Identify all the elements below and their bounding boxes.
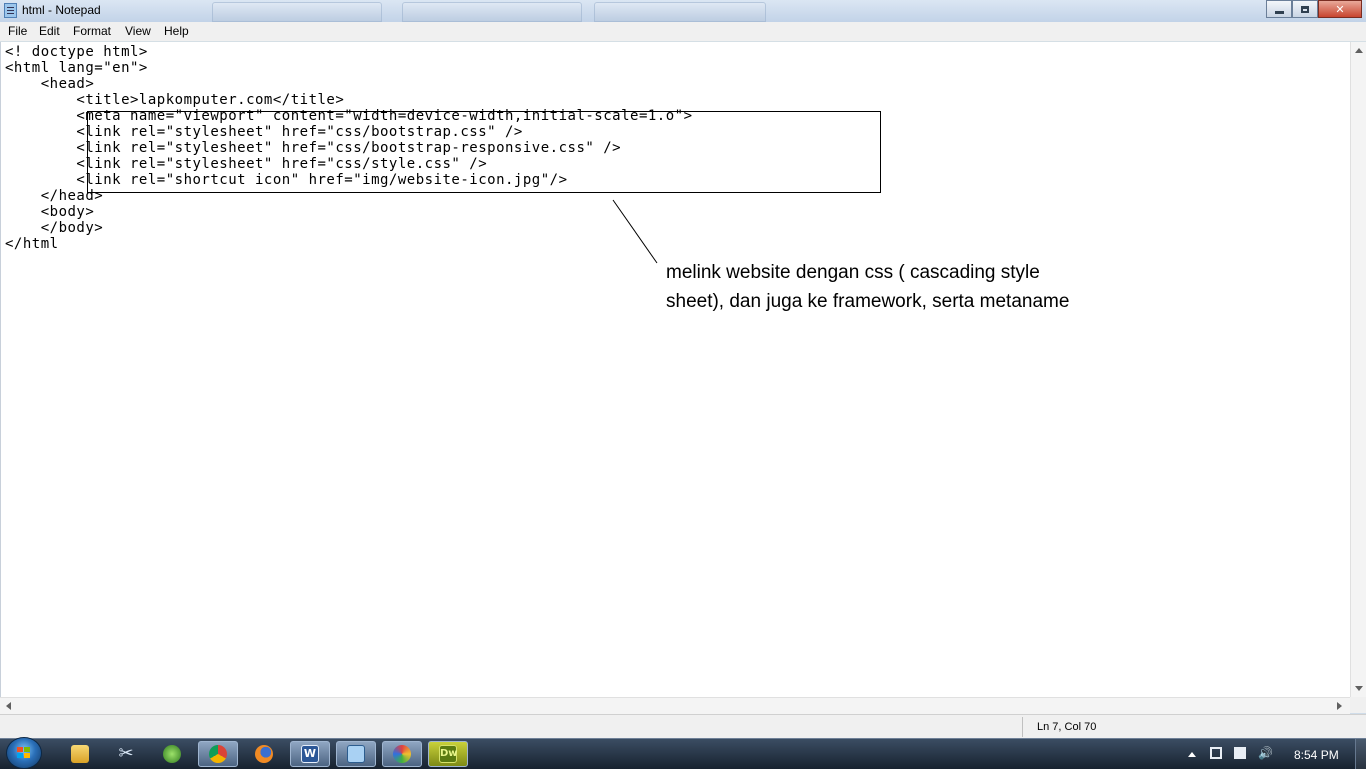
code-line: <title>lapkomputer.com</title>	[5, 92, 345, 108]
scroll-down-icon[interactable]	[1355, 686, 1363, 691]
code-line: <body>	[5, 204, 95, 220]
taskbar-snipping-tool[interactable]: ✂	[106, 741, 146, 767]
close-button[interactable]: ✕	[1318, 0, 1362, 18]
minimize-icon	[1274, 10, 1284, 14]
window-title: html - Notepad	[22, 3, 101, 17]
start-button[interactable]	[6, 737, 42, 769]
taskbar-explorer[interactable]	[60, 741, 100, 767]
background-window-tabs	[212, 2, 772, 22]
annotation-box	[87, 111, 881, 193]
snipping-tool-icon: ✂	[118, 743, 134, 764]
network-globe-icon	[163, 745, 181, 763]
notepad-icon	[4, 3, 17, 18]
taskbar-word[interactable]: W	[290, 741, 330, 767]
windows-explorer-icon	[71, 745, 89, 763]
code-line: <! doctype html>	[5, 44, 148, 60]
vertical-scrollbar[interactable]	[1350, 42, 1366, 697]
maximize-icon	[1301, 5, 1309, 13]
chrome-icon	[209, 745, 227, 763]
action-center-icon[interactable]	[1234, 747, 1246, 759]
show-hidden-icons-arrow[interactable]	[1188, 752, 1196, 757]
scroll-up-icon[interactable]	[1355, 48, 1363, 53]
maximize-button[interactable]	[1292, 0, 1318, 18]
paint-icon	[393, 745, 411, 763]
firefox-icon	[255, 745, 273, 763]
menu-bar: File Edit Format View Help	[0, 22, 1366, 42]
dreamweaver-icon: Dw	[439, 745, 458, 763]
code-line: </html	[5, 236, 59, 252]
word-icon: W	[301, 745, 319, 763]
taskbar-network-app[interactable]	[152, 741, 192, 767]
network-icon[interactable]	[1210, 747, 1222, 759]
code-line: <head>	[5, 76, 95, 92]
code-line: <html lang="en">	[5, 60, 148, 76]
horizontal-scrollbar[interactable]	[0, 697, 1350, 714]
menu-format[interactable]: Format	[71, 24, 113, 38]
scrollbar-corner	[1350, 697, 1366, 713]
annotation-text: melink website dengan css ( cascading st…	[666, 262, 1070, 312]
menu-edit[interactable]: Edit	[37, 24, 62, 38]
menu-help[interactable]: Help	[162, 24, 191, 38]
taskbar-chrome[interactable]	[198, 741, 238, 767]
menu-file[interactable]: File	[6, 24, 29, 38]
volume-icon[interactable]: 🔊	[1258, 747, 1273, 759]
clock[interactable]: 8:54 PM	[1294, 748, 1339, 762]
show-desktop-button[interactable]	[1355, 739, 1366, 769]
taskbar: ✂ W Dw 🔊 8:54 PM	[0, 737, 1366, 769]
taskbar-firefox[interactable]	[244, 741, 284, 767]
menu-view[interactable]: View	[123, 24, 153, 38]
status-divider	[1022, 717, 1023, 737]
scroll-right-icon[interactable]	[1337, 702, 1342, 710]
taskbar-notepad[interactable]	[336, 741, 376, 767]
windows-start-icon	[17, 747, 31, 759]
taskbar-dreamweaver[interactable]: Dw	[428, 741, 468, 767]
cursor-position: Ln 7, Col 70	[1037, 721, 1097, 733]
minimize-button[interactable]	[1266, 0, 1292, 18]
notepad-icon	[347, 745, 365, 763]
status-bar: Ln 7, Col 70	[0, 714, 1366, 739]
title-bar[interactable]: html - Notepad ✕	[0, 0, 1366, 22]
close-icon: ✕	[1335, 2, 1345, 16]
taskbar-paint[interactable]	[382, 741, 422, 767]
code-line: </body>	[5, 220, 104, 236]
scroll-left-icon[interactable]	[6, 702, 11, 710]
